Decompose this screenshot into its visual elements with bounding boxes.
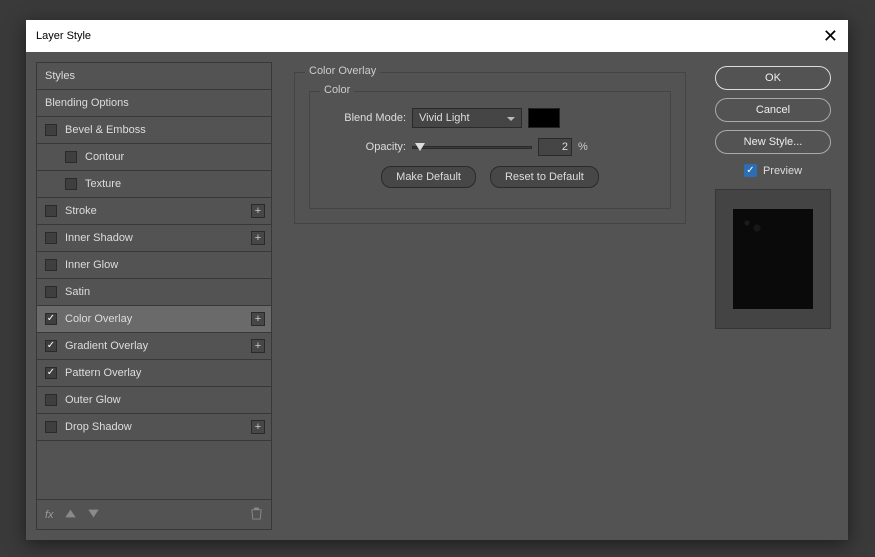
reset-default-button[interactable]: Reset to Default: [490, 166, 599, 188]
styles-list: Styles Blending Options Bevel & Emboss C…: [36, 62, 272, 530]
style-row-color-overlay[interactable]: Color Overlay +: [37, 306, 271, 333]
trash-icon[interactable]: [250, 507, 263, 523]
action-panel: OK Cancel New Style... Preview: [708, 62, 838, 530]
arrow-down-icon[interactable]: [87, 507, 100, 523]
checkbox-icon[interactable]: [45, 286, 57, 298]
blending-options-row[interactable]: Blending Options: [37, 90, 271, 117]
checkbox-icon[interactable]: [65, 151, 77, 163]
add-icon[interactable]: +: [251, 204, 265, 218]
arrow-up-icon[interactable]: [64, 507, 77, 523]
close-icon[interactable]: ✕: [823, 27, 838, 45]
layer-style-dialog: Layer Style ✕ Styles Blending Options Be…: [26, 20, 848, 540]
add-icon[interactable]: +: [251, 420, 265, 434]
new-style-button[interactable]: New Style...: [715, 130, 831, 154]
styles-sidebar: Styles Blending Options Bevel & Emboss C…: [36, 62, 272, 530]
checkbox-icon[interactable]: [45, 340, 57, 352]
opacity-label: Opacity:: [324, 141, 406, 153]
style-row-contour[interactable]: Contour: [37, 144, 271, 171]
color-group: Color Blend Mode: Vivid Light Opacity:: [309, 91, 671, 209]
style-row-gradient-overlay[interactable]: Gradient Overlay +: [37, 333, 271, 360]
checkbox-icon[interactable]: [45, 313, 57, 325]
panel-title: Color Overlay: [305, 65, 380, 77]
style-row-inner-shadow[interactable]: Inner Shadow +: [37, 225, 271, 252]
group-title: Color: [320, 84, 354, 96]
add-icon[interactable]: +: [251, 231, 265, 245]
add-icon[interactable]: +: [251, 312, 265, 326]
slider-thumb-icon[interactable]: [415, 143, 425, 151]
style-row-satin[interactable]: Satin: [37, 279, 271, 306]
checkbox-icon[interactable]: [65, 178, 77, 190]
preview-thumbnail: [733, 209, 813, 309]
style-row-drop-shadow[interactable]: Drop Shadow +: [37, 414, 271, 441]
color-swatch[interactable]: [528, 108, 560, 128]
checkbox-icon[interactable]: [45, 232, 57, 244]
titlebar: Layer Style ✕: [26, 20, 848, 52]
preview-box: [715, 189, 831, 329]
opacity-slider[interactable]: [412, 146, 532, 149]
style-row-texture[interactable]: Texture: [37, 171, 271, 198]
ok-button[interactable]: OK: [715, 66, 831, 90]
style-row-bevel-emboss[interactable]: Bevel & Emboss: [37, 117, 271, 144]
opacity-input[interactable]: [538, 138, 572, 156]
checkbox-icon[interactable]: [45, 421, 57, 433]
styles-footer: fx: [37, 499, 271, 529]
style-row-pattern-overlay[interactable]: Pattern Overlay: [37, 360, 271, 387]
checkbox-icon[interactable]: [45, 205, 57, 217]
checkbox-icon[interactable]: [744, 164, 757, 177]
checkbox-icon[interactable]: [45, 124, 57, 136]
checkbox-icon[interactable]: [45, 367, 57, 379]
color-overlay-fieldset: Color Overlay Color Blend Mode: Vivid Li…: [294, 72, 686, 224]
make-default-button[interactable]: Make Default: [381, 166, 476, 188]
preview-toggle[interactable]: Preview: [744, 164, 802, 177]
style-row-stroke[interactable]: Stroke +: [37, 198, 271, 225]
blend-mode-select[interactable]: Vivid Light: [412, 108, 522, 128]
checkbox-icon[interactable]: [45, 259, 57, 271]
settings-panel: Color Overlay Color Blend Mode: Vivid Li…: [282, 62, 698, 530]
blend-mode-label: Blend Mode:: [324, 112, 406, 124]
dialog-title: Layer Style: [36, 30, 91, 42]
style-row-outer-glow[interactable]: Outer Glow: [37, 387, 271, 414]
styles-header[interactable]: Styles: [37, 63, 271, 90]
style-row-inner-glow[interactable]: Inner Glow: [37, 252, 271, 279]
fx-icon[interactable]: fx: [45, 509, 54, 521]
cancel-button[interactable]: Cancel: [715, 98, 831, 122]
opacity-unit: %: [578, 141, 588, 153]
add-icon[interactable]: +: [251, 339, 265, 353]
checkbox-icon[interactable]: [45, 394, 57, 406]
